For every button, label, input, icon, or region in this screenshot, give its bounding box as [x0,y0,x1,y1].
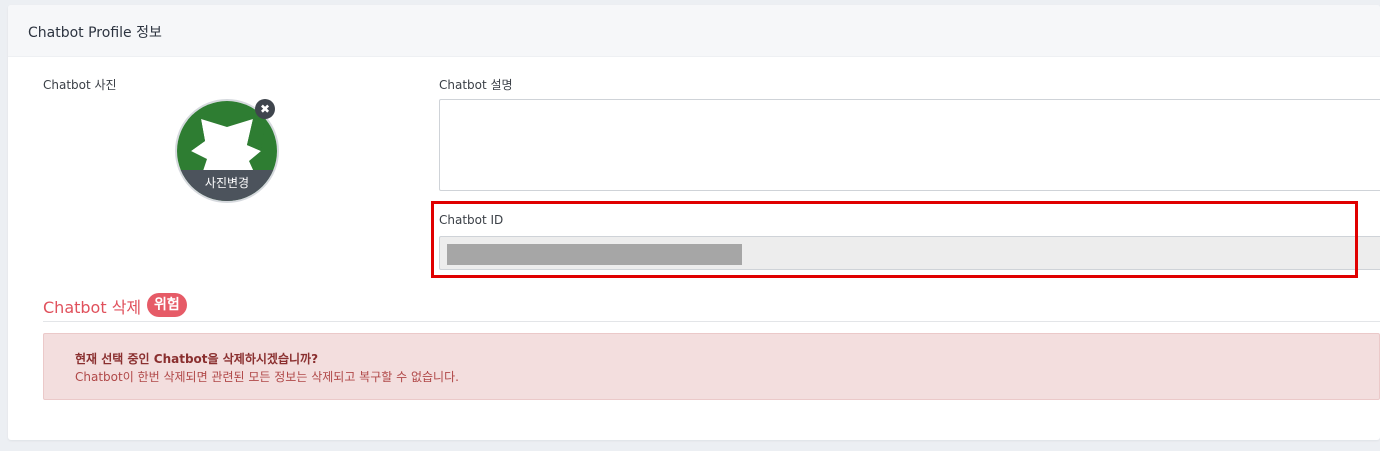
avatar-container: 사진변경 ✖ [175,99,279,203]
chatbot-id-label: Chatbot ID [439,213,504,227]
chatbot-id-field[interactable] [439,236,1380,270]
delete-section-title: Chatbot 삭제 [43,298,142,317]
divider [43,321,1380,322]
change-photo-button[interactable]: 사진변경 [177,170,277,201]
remove-photo-icon[interactable]: ✖ [255,99,275,119]
card-header: Chatbot Profile 정보 [8,5,1380,57]
description-textarea[interactable] [439,99,1380,191]
chatbot-id-redacted-value [447,244,742,265]
danger-badge: 위험 [147,293,187,317]
photo-label: Chatbot 사진 [43,78,117,92]
description-label: Chatbot 설명 [439,78,513,92]
chatbot-profile-card: Chatbot Profile 정보 Chatbot 사진 사진변경 ✖ Cha… [8,5,1380,440]
delete-alert[interactable]: 현재 선택 중인 Chatbot을 삭제하시겠습니까? Chatbot이 한번 … [43,333,1380,400]
delete-alert-text: Chatbot이 한번 삭제되면 관련된 모든 정보는 삭제되고 복구할 수 없… [75,370,459,384]
delete-alert-title: 현재 선택 중인 Chatbot을 삭제하시겠습니까? [75,352,319,366]
card-title: Chatbot Profile 정보 [28,25,162,41]
